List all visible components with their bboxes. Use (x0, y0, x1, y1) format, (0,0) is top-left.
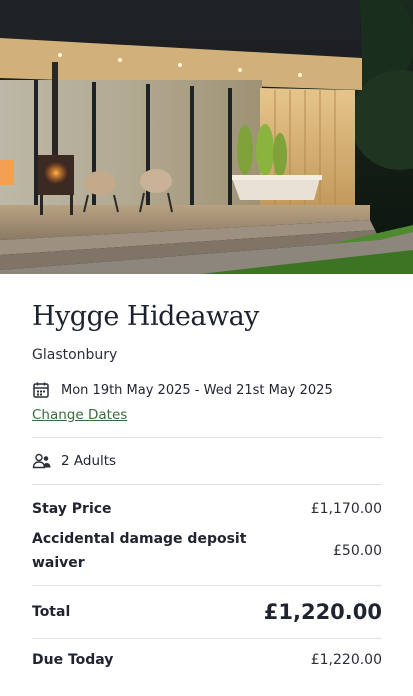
total-row: Total £1,220.00 (32, 586, 382, 638)
guests-row: 2 Adults (32, 438, 382, 484)
total-label: Total (32, 604, 71, 620)
due-today-row: Due Today £1,220.00 (32, 639, 382, 681)
stay-price-label: Stay Price (32, 501, 112, 517)
change-dates-link[interactable]: Change Dates (32, 407, 127, 423)
hero-image (0, 0, 413, 274)
stay-price-row: Stay Price £1,170.00 (32, 499, 382, 519)
booking-summary-card: Hygge Hideaway Glastonbury Mon 19th May … (0, 299, 413, 681)
total-value: £1,220.00 (263, 600, 382, 624)
deposit-label: Accidental damage deposit waiver (32, 531, 247, 571)
divider (32, 484, 382, 485)
booking-dates-row: Mon 19th May 2025 - Wed 21st May 2025 (32, 381, 382, 399)
guests-icon (32, 453, 52, 469)
stay-price-value: £1,170.00 (310, 501, 382, 517)
booking-dates: Mon 19th May 2025 - Wed 21st May 2025 (61, 382, 333, 398)
calendar-icon (32, 381, 50, 399)
deposit-row: Accidental damage deposit waiver £50.00 (32, 527, 382, 575)
due-today-label: Due Today (32, 652, 114, 668)
guests-count: 2 Adults (61, 453, 117, 469)
due-today-value: £1,220.00 (310, 652, 382, 668)
property-name: Hygge Hideaway (32, 301, 259, 332)
property-location: Glastonbury (32, 347, 118, 363)
deposit-value: £50.00 (333, 543, 382, 559)
